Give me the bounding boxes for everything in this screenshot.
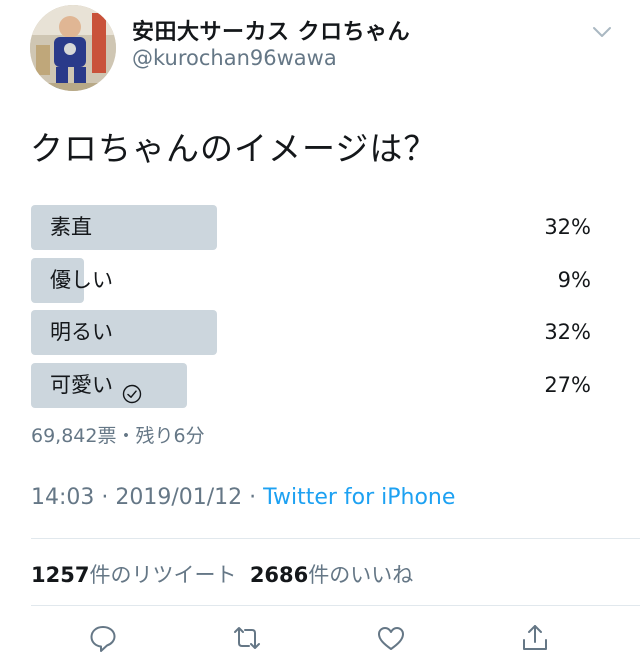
timestamp: 14:03 · 2019/01/12 · Twitter for iPhone (31, 485, 455, 510)
divider (31, 605, 640, 606)
like-icon[interactable] (376, 623, 406, 653)
check-circle-icon (122, 375, 142, 404)
retweets-count: 1257 (31, 563, 90, 587)
avatar-image (30, 5, 116, 91)
poll-option-percent: 27% (544, 372, 591, 397)
display-name[interactable]: 安田大サーカス クロちゃん (132, 14, 410, 46)
tweet-source-link[interactable]: Twitter for iPhone (263, 485, 455, 510)
poll-option-label: 明るい (50, 320, 113, 344)
avatar[interactable] (30, 5, 116, 91)
user-handle[interactable]: @kurochan96wawa (132, 46, 337, 70)
reply-icon[interactable] (88, 623, 118, 653)
poll-option: 優しい 9% (31, 257, 593, 303)
engagement-stats: 1257件のリツイート 2686件のいいね (31, 559, 413, 589)
likes-label: 件のいいね (308, 563, 414, 587)
poll-meta: 69,842票・残り6分 (31, 425, 205, 447)
retweet-icon[interactable] (232, 623, 262, 653)
share-icon[interactable] (520, 623, 550, 653)
poll-option-label-wrap: 可愛い (50, 363, 142, 408)
poll-option-percent: 9% (557, 267, 591, 292)
poll-option-percent: 32% (544, 320, 591, 344)
likes-count: 2686 (249, 563, 309, 587)
poll-option-label: 可愛い (50, 372, 113, 397)
poll-option-label: 素直 (50, 215, 92, 239)
tweet-text: クロちゃんのイメージは？ (30, 129, 438, 168)
retweets-label: 件のリツイート (89, 563, 237, 587)
poll: 素直 32% 優しい 9% 明るい 32% 可愛い 27% (31, 205, 593, 415)
poll-option-selected: 可愛い 27% (31, 362, 593, 408)
chevron-down-icon[interactable] (592, 24, 612, 40)
divider (31, 538, 640, 539)
tweet-time-date[interactable]: 14:03 · 2019/01/12 · (31, 485, 263, 510)
likes-stat[interactable]: 2686件のいいね (250, 563, 413, 587)
retweets-stat[interactable]: 1257件のリツイート (31, 563, 236, 587)
poll-option: 明るい 32% (31, 310, 593, 355)
poll-option-label: 優しい (50, 267, 113, 292)
poll-option: 素直 32% (31, 205, 593, 250)
poll-option-percent: 32% (544, 215, 591, 239)
